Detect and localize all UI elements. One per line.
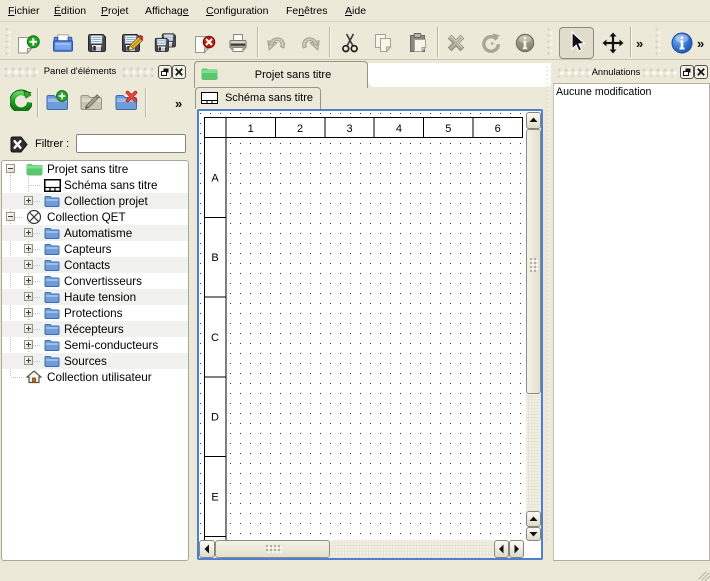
svg-text:E: E bbox=[211, 492, 218, 504]
svg-text:A: A bbox=[211, 173, 219, 185]
svg-text:D: D bbox=[211, 412, 219, 424]
svg-text:6: 6 bbox=[495, 123, 501, 135]
svg-text:5: 5 bbox=[445, 123, 451, 135]
svg-text:1: 1 bbox=[248, 123, 254, 135]
svg-text:B: B bbox=[211, 252, 218, 264]
svg-text:3: 3 bbox=[346, 123, 352, 135]
svg-text:C: C bbox=[211, 332, 219, 344]
svg-text:4: 4 bbox=[396, 123, 402, 135]
svg-text:2: 2 bbox=[297, 123, 303, 135]
